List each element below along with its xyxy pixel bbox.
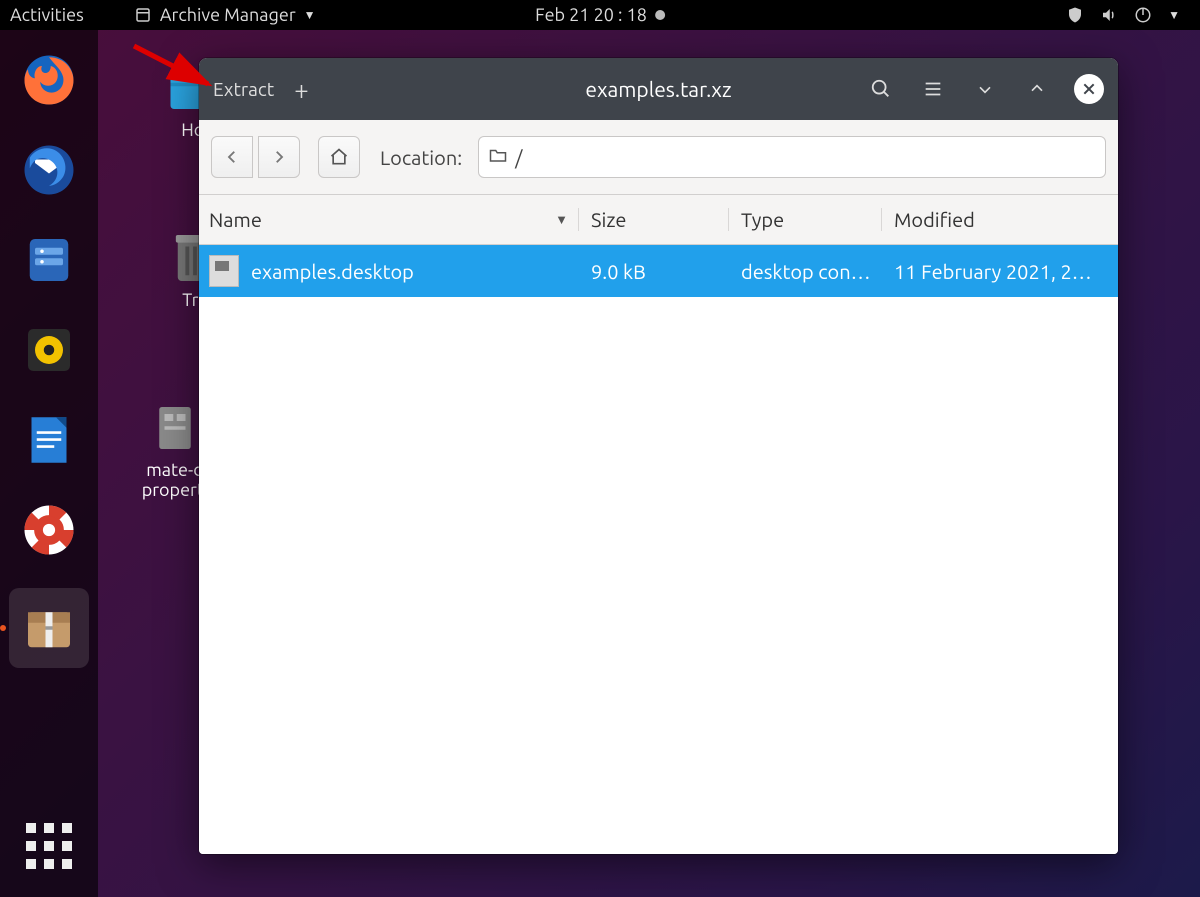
file-row[interactable]: examples.desktop 9.0 kB desktop con… 11 … <box>199 245 1118 297</box>
column-header-type[interactable]: Type <box>729 208 882 231</box>
app-menu[interactable]: Archive Manager ▼ <box>134 5 316 25</box>
file-icon <box>209 255 239 287</box>
dock-thunderbird[interactable] <box>17 138 81 202</box>
power-icon <box>1134 6 1152 24</box>
shield-icon <box>1066 6 1084 24</box>
archive-manager-window: Extract + examples.tar.xz <box>199 58 1118 854</box>
toolbar: Location: / <box>199 120 1118 195</box>
dock-rhythmbox[interactable] <box>17 318 81 382</box>
chevron-down-icon: ▼ <box>1168 8 1180 22</box>
file-list: examples.desktop 9.0 kB desktop con… 11 … <box>199 245 1118 854</box>
notification-dot-icon <box>655 10 665 20</box>
dock-libreoffice-writer[interactable] <box>17 408 81 472</box>
column-headers: Name ▼ Size Type Modified <box>199 195 1118 245</box>
volume-icon <box>1100 6 1118 24</box>
add-files-button[interactable]: + <box>288 75 315 104</box>
dock <box>0 30 98 897</box>
file-size: 9.0 kB <box>579 260 729 283</box>
location-path: / <box>515 146 522 169</box>
nav-forward-button[interactable] <box>258 136 300 178</box>
column-name-label: Name <box>209 208 262 231</box>
location-label: Location: <box>380 146 462 169</box>
column-header-name[interactable]: Name ▼ <box>199 208 579 231</box>
location-field[interactable]: / <box>478 136 1106 178</box>
file-modified: 11 February 2021, 2… <box>882 260 1118 283</box>
system-status-area[interactable]: ▼ <box>1066 6 1190 24</box>
dock-files[interactable] <box>17 228 81 292</box>
extract-button[interactable]: Extract <box>213 78 274 100</box>
column-header-modified[interactable]: Modified <box>882 208 1118 231</box>
hamburger-menu-button[interactable] <box>918 74 948 104</box>
archive-manager-indicator-icon <box>134 6 152 24</box>
dock-help[interactable] <box>17 498 81 562</box>
dock-archive-manager[interactable] <box>9 588 89 668</box>
file-type: desktop con… <box>729 260 882 283</box>
column-header-size[interactable]: Size <box>579 208 729 231</box>
clock[interactable]: Feb 21 20 : 18 <box>535 5 665 25</box>
clock-text: Feb 21 20 : 18 <box>535 5 647 25</box>
sort-descending-icon: ▼ <box>555 212 568 227</box>
search-button[interactable] <box>866 74 896 104</box>
maximize-button[interactable] <box>1022 74 1052 104</box>
folder-icon <box>489 147 507 167</box>
titlebar[interactable]: Extract + examples.tar.xz <box>199 58 1118 120</box>
top-panel: Activities Archive Manager ▼ Feb 21 20 :… <box>0 0 1200 30</box>
show-applications-button[interactable] <box>0 823 98 869</box>
chevron-down-icon: ▼ <box>304 8 316 22</box>
activities-button[interactable]: Activities <box>10 5 84 25</box>
dock-firefox[interactable] <box>17 48 81 112</box>
window-title: examples.tar.xz <box>585 77 731 101</box>
close-button[interactable] <box>1074 74 1104 104</box>
minimize-button[interactable] <box>970 74 1000 104</box>
file-name: examples.desktop <box>251 260 414 283</box>
app-menu-label: Archive Manager <box>160 5 296 25</box>
nav-back-button[interactable] <box>211 136 253 178</box>
home-button[interactable] <box>318 136 360 178</box>
